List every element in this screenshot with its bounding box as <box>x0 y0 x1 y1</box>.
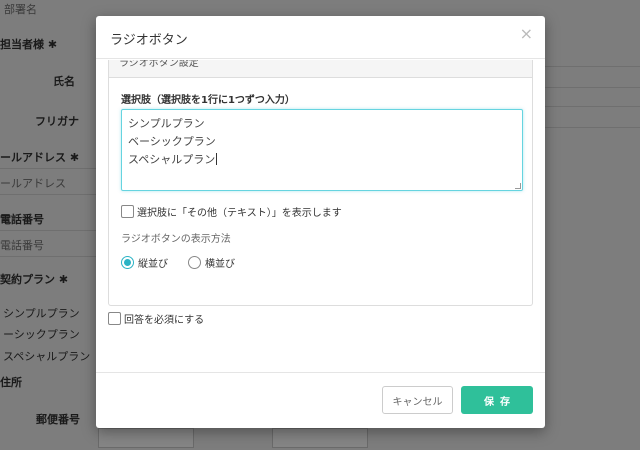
person-label: 担当者様 ✱ <box>0 38 58 51</box>
choice-line-2: ベーシックプラン <box>128 135 216 148</box>
layout-horizontal-option[interactable]: 横並び <box>188 255 235 270</box>
phone-input-edge-bottom <box>0 256 96 257</box>
plan-label: 契約プラン ✱ <box>0 273 69 286</box>
layout-horizontal-radio[interactable] <box>188 256 201 269</box>
modal-footer: キャンセル 保存 <box>96 372 545 428</box>
dept-label: 部署名 <box>4 3 37 16</box>
layout-vertical-option[interactable]: 縦並び <box>121 255 168 270</box>
email-input-edge <box>0 168 96 169</box>
choices-label: 選択肢（選択肢を1行に1つずつ入力） <box>121 95 295 106</box>
settings-panel: ラジオボタン設定 選択肢（選択肢を1行に1つずつ入力） シンプルプラン ベーシッ… <box>108 60 533 306</box>
panel-heading: ラジオボタン設定 <box>109 60 532 78</box>
save-button[interactable]: 保存 <box>461 386 533 414</box>
layout-vertical-label: 縦並び <box>138 259 168 270</box>
other-option-row[interactable]: 選択肢に「その他（テキスト）」を表示します <box>121 204 342 219</box>
panel-heading-text: ラジオボタン設定 <box>119 60 199 69</box>
other-option-checkbox[interactable] <box>121 205 134 218</box>
choice-line-1: シンプルプラン <box>128 117 205 130</box>
postal-input-2 <box>272 428 368 448</box>
furigana-input-edge-bottom <box>545 127 640 128</box>
other-option-label: 選択肢に「その他（テキスト）」を表示します <box>137 208 342 219</box>
postal-label: 郵便番号 <box>36 413 80 426</box>
plan-option-2: ーシックプラン <box>3 328 80 341</box>
phone-label: 電話番号 <box>0 213 44 226</box>
phone-placeholder: 電話番号 <box>0 239 44 252</box>
display-method-label: ラジオボタンの表示方法 <box>121 234 231 245</box>
choices-textarea[interactable]: シンプルプラン ベーシックプラン スペシャルプラン <box>121 109 523 191</box>
email-label: ールアドレス ✱ <box>0 151 80 164</box>
email-input-edge-bottom <box>0 194 96 195</box>
cancel-button[interactable]: キャンセル <box>382 386 453 414</box>
address-label: 住所 <box>0 376 22 389</box>
name-label: 氏名 <box>53 75 75 88</box>
resize-handle-icon[interactable] <box>515 183 521 189</box>
radio-button-settings-modal: ラジオボタン × ラジオボタン設定 選択肢（選択肢を1行に1つずつ入力） シンプ… <box>96 16 545 428</box>
modal-title: ラジオボタン <box>110 33 188 48</box>
postal-input-1 <box>98 428 194 448</box>
email-placeholder: ールアドレス <box>0 177 66 190</box>
plan-option-1: シンプルプラン <box>3 307 80 320</box>
phone-input-edge <box>0 230 96 231</box>
choice-line-3: スペシャルプラン <box>128 153 216 166</box>
required-row[interactable]: 回答を必須にする <box>108 311 204 326</box>
plan-option-3: スペシャルプラン <box>3 350 91 363</box>
layout-vertical-radio[interactable] <box>121 256 134 269</box>
layout-horizontal-label: 横並び <box>205 259 235 270</box>
modal-header: ラジオボタン × <box>96 16 545 59</box>
layout-radio-group: 縦並び 横並び <box>121 255 255 270</box>
text-caret <box>216 153 218 165</box>
required-label: 回答を必須にする <box>124 315 205 326</box>
required-checkbox[interactable] <box>108 312 121 325</box>
close-icon[interactable]: × <box>520 26 533 42</box>
name-input-edge <box>545 66 640 67</box>
name-input-edge-bottom <box>545 87 640 88</box>
furigana-label: フリガナ <box>35 115 79 128</box>
furigana-input-edge <box>545 106 640 107</box>
